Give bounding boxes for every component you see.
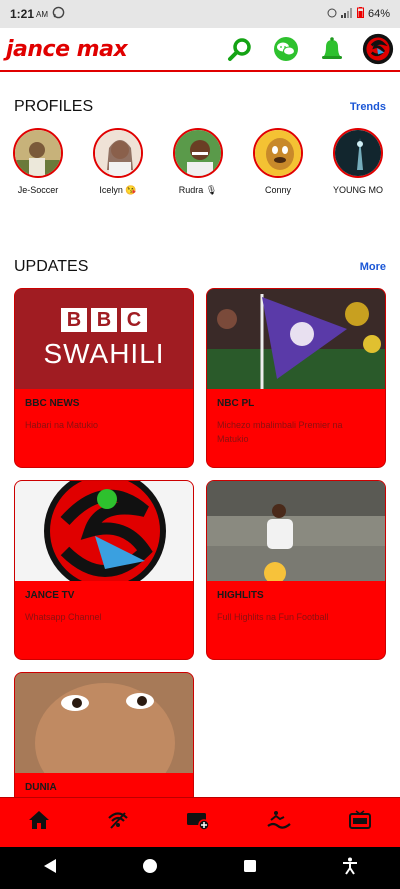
- jance-tv-thumbnail: [15, 481, 193, 581]
- add-video-icon[interactable]: [186, 810, 210, 835]
- app-logo: jance max: [6, 36, 128, 62]
- card-subtitle: Full Highlits na Fun Football: [217, 612, 329, 622]
- bbc-letter-block: C: [121, 308, 147, 332]
- bbc-swahili-thumbnail: B B C SWAHILI: [15, 289, 193, 389]
- home-icon[interactable]: [28, 810, 50, 835]
- accessibility-icon[interactable]: [342, 857, 358, 880]
- status-ampm: AM: [36, 9, 49, 19]
- alarm-icon: [327, 8, 337, 21]
- avatar: [253, 128, 303, 178]
- dunia-thumbnail: [15, 673, 193, 773]
- system-navigation: [0, 847, 400, 889]
- status-time: 1:21: [10, 7, 35, 21]
- profile-avatar[interactable]: [362, 33, 394, 65]
- whatsapp-icon: [52, 6, 65, 22]
- bottom-navigation: [0, 797, 400, 847]
- status-bar: 1:21 AM 64%: [0, 0, 400, 28]
- profile-item[interactable]: Icelyn 😘: [92, 128, 144, 200]
- profile-name: Icelyn 😘: [99, 185, 137, 195]
- profiles-header: PROFILES Trends: [14, 98, 386, 116]
- battery-percent: 64%: [367, 8, 390, 20]
- app-bar: jance max: [0, 28, 400, 72]
- trends-link[interactable]: Trends: [350, 101, 386, 113]
- card-title: HIGHLITS: [217, 590, 264, 601]
- bell-icon[interactable]: [316, 33, 348, 65]
- profiles-title: PROFILES: [14, 98, 94, 115]
- profiles-row[interactable]: Je-Soccer Icelyn 😘 Rudra 🎙 Conny YOUNG M…: [12, 128, 400, 200]
- swahili-wordmark: SWAHILI: [43, 338, 165, 369]
- card-title: NBC PL: [217, 398, 255, 409]
- updates-title: UPDATES: [14, 258, 89, 275]
- card-title: JANCE TV: [25, 590, 75, 601]
- card-subtitle: Michezo mbalimbali Premier na Matukio: [217, 420, 343, 444]
- profile-name: Conny: [264, 185, 291, 195]
- bbc-letter-block: B: [61, 308, 87, 332]
- avatar: [173, 128, 223, 178]
- updates-grid: B B C SWAHILI BBC NEWS Habari na Matukio…: [14, 288, 386, 852]
- search-icon[interactable]: [224, 33, 256, 65]
- bbc-letter-block: B: [91, 308, 117, 332]
- profile-item[interactable]: Je-Soccer: [12, 128, 64, 200]
- more-link[interactable]: More: [360, 261, 386, 273]
- profile-item[interactable]: Rudra 🎙: [172, 128, 224, 200]
- recents-icon[interactable]: [243, 859, 257, 878]
- profile-name: Je-Soccer: [17, 185, 59, 195]
- live-icon[interactable]: [348, 810, 372, 835]
- update-card[interactable]: HIGHLITS Full Highlits na Fun Football: [206, 480, 386, 660]
- updates-header: UPDATES More: [14, 258, 386, 276]
- card-subtitle: Habari na Matukio: [25, 420, 99, 430]
- card-title: DUNIA: [25, 782, 57, 793]
- card-subtitle: Whatsapp Channel: [25, 612, 102, 622]
- profile-name: Rudra 🎙: [178, 185, 218, 195]
- nbc-pl-thumbnail: [207, 289, 385, 389]
- chat-icon[interactable]: [270, 33, 302, 65]
- profile-item[interactable]: YOUNG MO: [332, 128, 384, 200]
- highlits-thumbnail: [207, 481, 385, 581]
- update-card[interactable]: B B C SWAHILI BBC NEWS Habari na Matukio: [14, 288, 194, 468]
- battery-icon: [356, 7, 364, 21]
- update-card[interactable]: NBC PL Michezo mbalimbali Premier na Mat…: [206, 288, 386, 468]
- home-circle-icon[interactable]: [142, 858, 158, 879]
- update-card[interactable]: JANCE TV Whatsapp Channel: [14, 480, 194, 660]
- profile-name: YOUNG MO: [332, 185, 383, 195]
- avatar: [93, 128, 143, 178]
- card-title: BBC NEWS: [25, 398, 80, 409]
- profile-item[interactable]: Conny: [252, 128, 304, 200]
- back-icon[interactable]: [43, 858, 57, 879]
- signal-icon: [340, 7, 353, 21]
- avatar: [13, 128, 63, 178]
- avatar: [333, 128, 383, 178]
- wifi-off-icon[interactable]: [107, 810, 129, 835]
- surf-icon[interactable]: [267, 810, 291, 835]
